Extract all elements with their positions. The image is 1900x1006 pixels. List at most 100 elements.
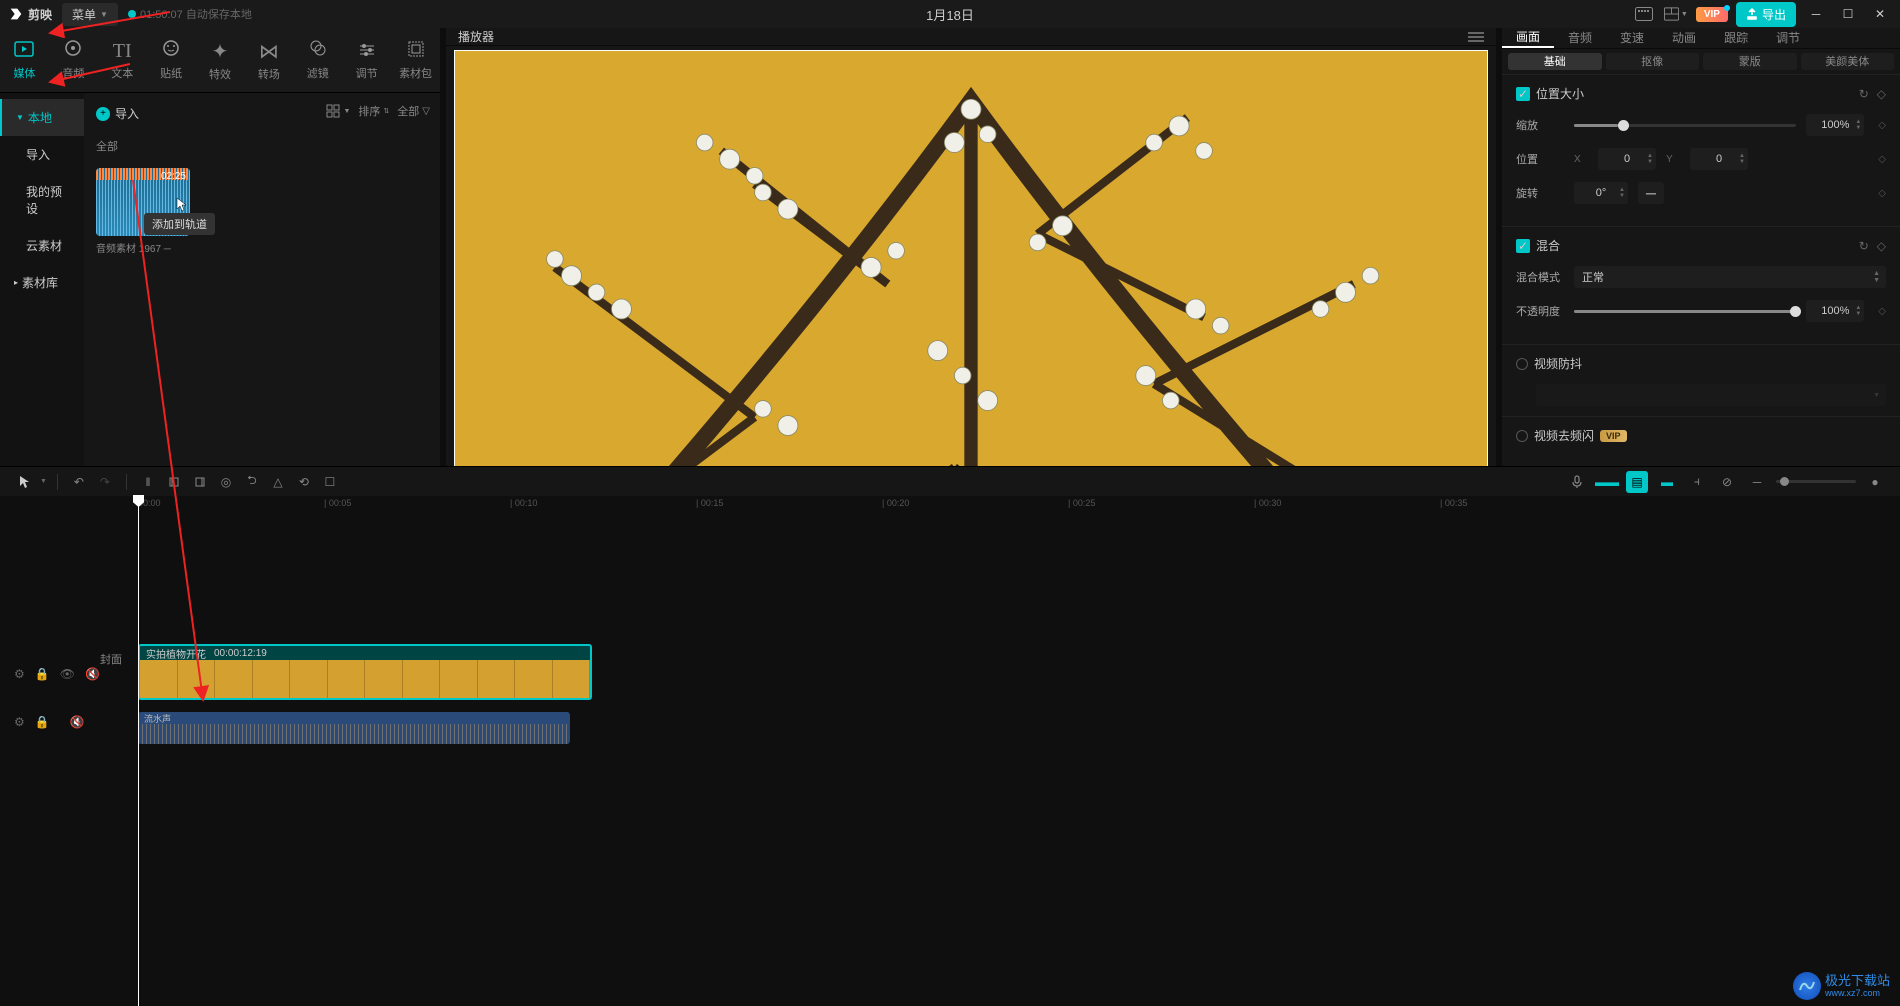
tab-audio[interactable]: 音频: [49, 28, 98, 92]
prop-tab-anim[interactable]: 动画: [1658, 28, 1710, 48]
lock-icon[interactable]: 🔒: [35, 667, 50, 681]
filter-icon: [309, 39, 327, 63]
tab-transition[interactable]: ⋈转场: [244, 28, 293, 92]
audio-clip[interactable]: 流水声: [138, 712, 570, 744]
y-value[interactable]: 0▲▼: [1690, 148, 1748, 170]
sort-button[interactable]: 排序⇅: [358, 103, 389, 119]
eye-icon[interactable]: 👁: [60, 667, 75, 681]
tab-effects[interactable]: ✦特效: [196, 28, 245, 92]
scale-value[interactable]: 100%▲▼: [1806, 114, 1864, 136]
prop-tab-speed[interactable]: 变速: [1606, 28, 1658, 48]
settings-icon[interactable]: ⚙: [14, 667, 25, 681]
close-button[interactable]: ✕: [1872, 7, 1888, 21]
timeline[interactable]: 00:00 | 00:05 | 00:10 | 00:15 | 00:20 | …: [0, 496, 1900, 1006]
reset-icon[interactable]: ↻: [1859, 87, 1869, 101]
sidebar-item-import[interactable]: 导入: [0, 136, 84, 173]
scale-slider[interactable]: [1574, 124, 1796, 127]
tab-sticker[interactable]: 贴纸: [147, 28, 196, 92]
watermark-icon: [1793, 972, 1821, 1000]
crop-tool[interactable]: ☐: [319, 471, 341, 493]
tab-media[interactable]: 媒体: [0, 28, 49, 92]
sidebar-item-cloud[interactable]: 云素材: [0, 227, 84, 264]
export-button[interactable]: 导出: [1736, 2, 1796, 27]
keyframe-diamond-icon[interactable]: ◇: [1878, 120, 1886, 131]
magnet-icon[interactable]: ⫞: [1686, 471, 1708, 493]
view-grid-button[interactable]: ▼: [326, 103, 350, 119]
keyframe-icon[interactable]: ◇: [1877, 87, 1886, 101]
track-mode-3[interactable]: ▬: [1656, 471, 1678, 493]
filter-button[interactable]: 全部▽: [397, 103, 430, 119]
zoom-out-icon[interactable]: ─: [1746, 471, 1768, 493]
sidebar-item-local[interactable]: ▼本地: [0, 99, 84, 136]
blend-checkbox[interactable]: ✓: [1516, 239, 1530, 253]
video-clip[interactable]: 实拍植物开花00:00:12:19: [138, 644, 592, 700]
cover-button[interactable]: 封面: [100, 651, 134, 667]
deflicker-checkbox[interactable]: [1516, 430, 1528, 442]
track-mode-1[interactable]: ▬▬: [1596, 471, 1618, 493]
prop-tab-audio[interactable]: 音频: [1554, 28, 1606, 48]
lock-icon[interactable]: 🔒: [35, 715, 50, 729]
tab-adjust[interactable]: 调节: [342, 28, 391, 92]
blend-mode-select[interactable]: 正常▲▼: [1574, 266, 1886, 288]
reset-icon[interactable]: ↻: [1859, 239, 1869, 253]
sub-tab-beauty[interactable]: 美颜美体: [1801, 53, 1895, 70]
settings-icon[interactable]: ⚙: [14, 715, 25, 729]
adjust-icon: [358, 40, 376, 63]
layout-icon[interactable]: ▼: [1664, 4, 1688, 24]
link-icon[interactable]: ⊘: [1716, 471, 1738, 493]
prop-tab-color[interactable]: 调节: [1762, 28, 1814, 48]
mirror-tool[interactable]: ⮌: [241, 471, 263, 493]
zoom-in-icon[interactable]: ●: [1864, 471, 1886, 493]
player-menu-icon[interactable]: [1468, 32, 1484, 42]
stabilize-select[interactable]: ▼: [1536, 384, 1886, 406]
sub-tab-basic[interactable]: 基础: [1508, 53, 1602, 70]
sub-tab-mask[interactable]: 蒙版: [1703, 53, 1797, 70]
prop-tab-picture[interactable]: 画面: [1502, 28, 1554, 48]
keyframe-diamond-icon[interactable]: ◇: [1878, 154, 1886, 165]
scale-label: 缩放: [1516, 117, 1564, 133]
redo-button[interactable]: ↷: [94, 471, 116, 493]
x-value[interactable]: 0▲▼: [1598, 148, 1656, 170]
sidebar-item-library[interactable]: ▸素材库: [0, 264, 84, 301]
pointer-tool[interactable]: [14, 471, 36, 493]
tab-filter[interactable]: 滤镜: [293, 28, 342, 92]
mirror-button[interactable]: ─: [1638, 182, 1664, 204]
mic-icon[interactable]: [1566, 471, 1588, 493]
opacity-slider[interactable]: [1574, 310, 1796, 313]
keyframe-icon[interactable]: ◇: [1877, 239, 1886, 253]
keyframe-diamond-icon[interactable]: ◇: [1878, 306, 1886, 317]
delete-right-tool[interactable]: [189, 471, 211, 493]
track-mode-2[interactable]: ▤: [1626, 471, 1648, 493]
shortcut-icon[interactable]: [1632, 4, 1656, 24]
vip-badge[interactable]: VIP: [1696, 7, 1728, 22]
player-title: 播放器: [458, 28, 494, 45]
freeze-tool[interactable]: △: [267, 471, 289, 493]
record-icon[interactable]: ◎: [215, 471, 237, 493]
timeline-ruler[interactable]: 00:00 | 00:05 | 00:10 | 00:15 | 00:20 | …: [138, 496, 1900, 514]
rotation-value[interactable]: 0°▲▼: [1574, 182, 1628, 204]
stabilize-checkbox[interactable]: [1516, 358, 1528, 370]
keyframe-diamond-icon[interactable]: ◇: [1878, 188, 1886, 199]
tab-text[interactable]: TI文本: [98, 28, 147, 92]
undo-button[interactable]: ↶: [68, 471, 90, 493]
zoom-slider[interactable]: [1776, 480, 1856, 483]
reverse-tool[interactable]: ⟲: [293, 471, 315, 493]
playhead[interactable]: [138, 496, 139, 1006]
mute-icon[interactable]: 🔇: [85, 667, 100, 681]
material-icon: [408, 40, 424, 63]
split-tool[interactable]: ‖: [137, 471, 159, 493]
mute-icon[interactable]: 🔇: [70, 715, 85, 729]
position-checkbox[interactable]: ✓: [1516, 87, 1530, 101]
prop-tab-track[interactable]: 跟踪: [1710, 28, 1762, 48]
player-panel: 播放器: [446, 28, 1496, 466]
sub-tab-cutout[interactable]: 抠像: [1606, 53, 1700, 70]
category-label: 全部: [96, 138, 428, 154]
tab-material[interactable]: 素材包: [391, 28, 440, 92]
menu-button[interactable]: 菜单 ▼: [62, 3, 118, 26]
blend-mode-label: 混合模式: [1516, 269, 1564, 285]
opacity-value[interactable]: 100%▲▼: [1806, 300, 1864, 322]
minimize-button[interactable]: ─: [1808, 7, 1824, 21]
delete-left-tool[interactable]: [163, 471, 185, 493]
sidebar-item-preset[interactable]: 我的预设: [0, 173, 84, 227]
maximize-button[interactable]: ☐: [1840, 7, 1856, 21]
